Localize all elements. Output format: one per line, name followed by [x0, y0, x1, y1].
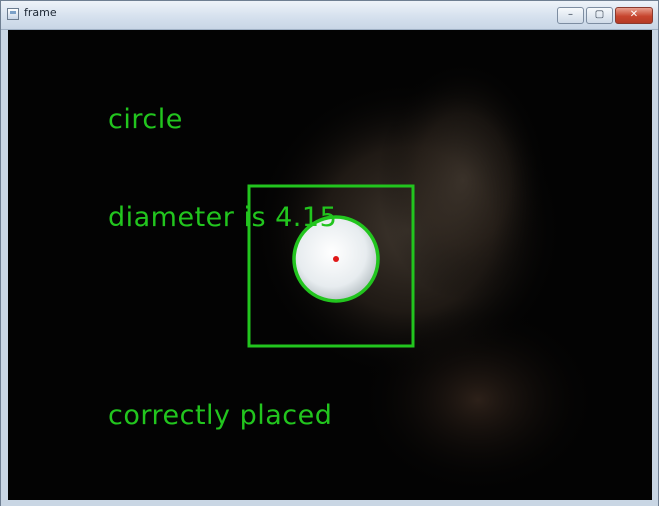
diameter-label: diameter is 4.15 — [108, 202, 338, 233]
arm-shadow — [358, 305, 598, 495]
maximize-icon: ▢ — [594, 9, 605, 20]
minimize-button[interactable]: – — [557, 7, 584, 24]
hand-fingers — [378, 60, 548, 300]
shape-label: circle — [108, 104, 183, 135]
opencv-window: frame – ▢ ✕ circle diameter is 4.15 corr… — [0, 0, 659, 506]
placement-status-label: correctly placed — [108, 400, 333, 431]
close-icon: ✕ — [629, 9, 639, 20]
window-app-icon[interactable] — [7, 8, 19, 20]
title-bar[interactable]: frame – ▢ ✕ — [1, 1, 658, 30]
maximize-button[interactable]: ▢ — [586, 7, 613, 24]
camera-frame: circle diameter is 4.15 correctly placed — [8, 30, 652, 500]
center-marker — [333, 256, 339, 262]
close-button[interactable]: ✕ — [615, 7, 653, 24]
window-bottom-border — [1, 500, 658, 506]
minimize-icon: – — [568, 9, 573, 20]
window-title: frame — [24, 6, 57, 19]
